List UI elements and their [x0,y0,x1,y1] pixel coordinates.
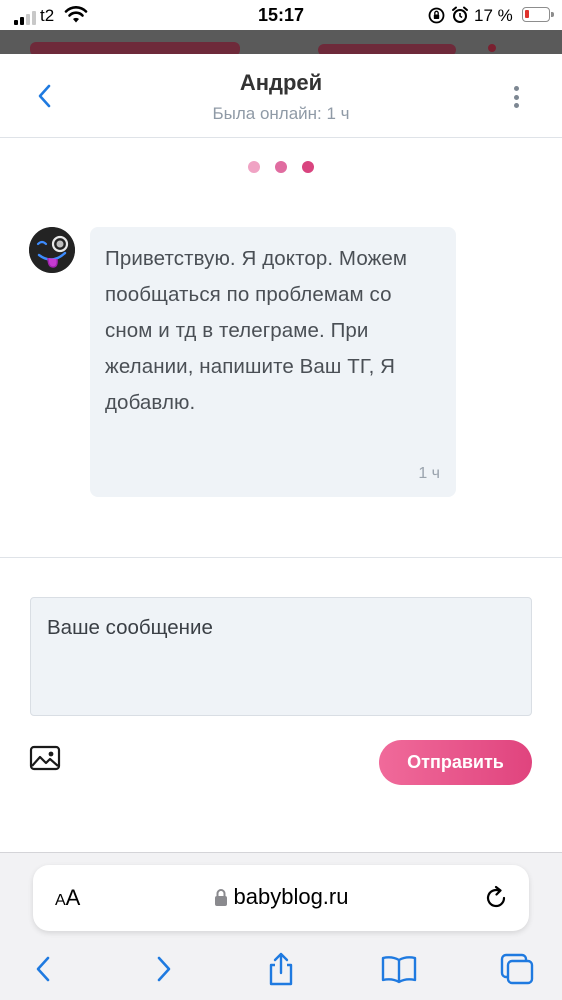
bookmarks-button[interactable] [379,949,419,989]
url-text: babyblog.ru [233,884,349,909]
message-text: Приветствую. Я доктор. Можем пообщаться … [105,247,408,414]
loading-dot [275,161,287,173]
chat-window: Андрей Была онлайн: 1 ч Приветствую. Я д… [0,54,562,852]
message-input[interactable]: Ваше сообщение [30,597,532,716]
alarm-icon [452,6,468,23]
loading-indicator [0,161,562,173]
composer-divider [0,557,562,558]
reload-icon[interactable] [482,884,510,912]
contact-status: Была онлайн: 1 ч [212,104,350,123]
lock-icon [214,888,227,906]
share-button[interactable] [261,949,301,989]
tabs-button[interactable] [497,949,537,989]
browser-toolbar [0,949,562,989]
chevron-right-icon [157,956,171,982]
contact-name: Андрей [239,70,323,95]
battery-icon [522,7,554,22]
battery-percent: 17 % [474,6,513,25]
chevron-left-icon [36,956,50,982]
browser-back-button[interactable] [23,949,63,989]
send-button[interactable]: Отправить [379,740,532,785]
image-attach-icon[interactable] [29,744,61,772]
message-time: 1 ч [418,465,440,482]
rotation-lock-icon [428,7,445,24]
loading-dot [248,161,260,173]
background-page [0,30,562,54]
share-icon [269,952,293,986]
status-bar: t2 15:17 17 % [0,0,562,30]
book-icon [381,956,417,984]
browser-forward-button[interactable] [144,949,184,989]
emoji-avatar-icon [29,227,75,273]
browser-bottom-bar: AA babyblog.ru [0,852,562,1000]
tabs-icon [500,953,534,985]
more-options-button[interactable] [504,82,528,112]
loading-dot [302,161,314,173]
chat-header: Андрей Была онлайн: 1 ч [0,54,562,138]
address-bar[interactable]: AA babyblog.ru [33,865,529,931]
more-dot-icon [513,94,519,100]
avatar[interactable] [29,227,75,273]
more-dot-icon [513,86,519,91]
message-bubble[interactable]: Приветствую. Я доктор. Можем пообщаться … [90,227,456,497]
url-display[interactable]: babyblog.ru [33,884,529,910]
more-dot-icon [513,103,519,108]
